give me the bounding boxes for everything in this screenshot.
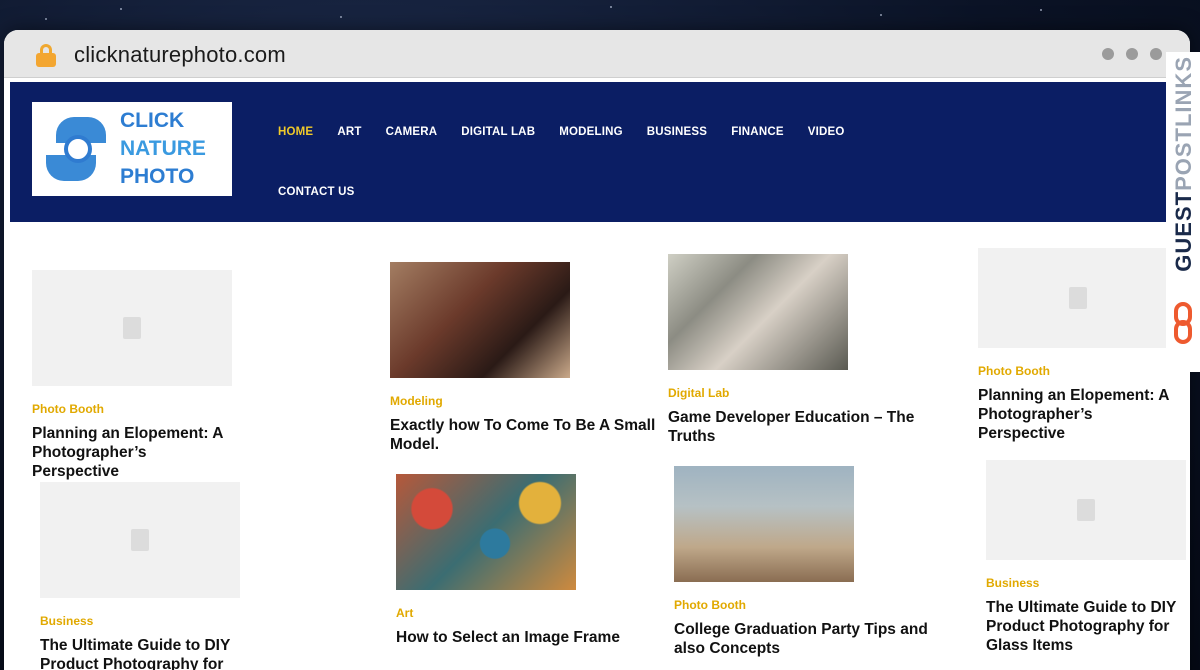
browser-toolbar: clicknaturephoto.com	[4, 30, 1190, 78]
window-controls	[1102, 48, 1162, 60]
post-thumbnail-placeholder[interactable]	[32, 270, 232, 386]
lock-icon	[36, 44, 56, 67]
post-title[interactable]: Exactly how To Come To Be A Small Model.	[390, 416, 660, 454]
main-nav: HOME ART CAMERA DIGITAL LAB MODELING BUSINESS…	[278, 122, 898, 210]
post-title[interactable]: College Graduation Party Tips and also C…	[674, 620, 944, 658]
post-card[interactable]: Photo Booth Planning an Elopement: A Pho…	[32, 270, 232, 481]
post-thumbnail[interactable]	[396, 474, 576, 590]
logo-text: CLICK NATURE PHOTO	[120, 107, 206, 191]
post-category[interactable]: Modeling	[390, 394, 660, 408]
post-card[interactable]: Digital Lab Game Developer Education – T…	[668, 254, 928, 446]
post-category[interactable]: Digital Lab	[668, 386, 928, 400]
post-title[interactable]: The Ultimate Guide to DIY Product Photog…	[40, 636, 240, 670]
nav-home[interactable]: HOME	[278, 126, 313, 150]
browser-window: clicknaturephoto.com CLICK NATURE PHOTO …	[4, 30, 1190, 670]
post-thumbnail-placeholder[interactable]	[40, 482, 240, 598]
badge-text: GUESTPOSTLINKS	[1171, 56, 1197, 272]
badge-text-a: GUEST	[1171, 190, 1196, 272]
nav-business[interactable]: BUSINESS	[647, 126, 707, 150]
post-category[interactable]: Photo Booth	[674, 598, 944, 612]
post-card[interactable]: Business The Ultimate Guide to DIY Produ…	[40, 482, 240, 670]
logo-line: CLICK	[120, 109, 185, 132]
address-bar[interactable]: clicknaturephoto.com	[74, 42, 286, 68]
post-category[interactable]: Photo Booth	[32, 402, 232, 416]
nav-modeling[interactable]: MODELING	[559, 126, 623, 150]
guestpostlinks-badge: GUESTPOSTLINKS	[1166, 52, 1200, 372]
post-card[interactable]: Photo Booth Planning an Elopement: A Pho…	[978, 248, 1178, 443]
nav-video[interactable]: VIDEO	[808, 126, 845, 150]
camera-lens-icon	[46, 113, 108, 185]
post-title[interactable]: The Ultimate Guide to DIY Product Photog…	[986, 598, 1186, 655]
logo-line: NATURE	[120, 137, 206, 160]
post-thumbnail-placeholder[interactable]	[986, 460, 1186, 560]
post-card[interactable]: Modeling Exactly how To Come To Be A Sma…	[390, 262, 660, 454]
nav-contact-us[interactable]: CONTACT US	[278, 186, 355, 210]
post-title[interactable]: Game Developer Education – The Truths	[668, 408, 928, 446]
post-thumbnail[interactable]	[668, 254, 848, 370]
window-dot-icon[interactable]	[1150, 48, 1162, 60]
post-thumbnail[interactable]	[674, 466, 854, 582]
nav-art[interactable]: ART	[337, 126, 361, 150]
post-category[interactable]: Business	[986, 576, 1186, 590]
post-thumbnail[interactable]	[390, 262, 570, 378]
post-title[interactable]: How to Select an Image Frame	[396, 628, 666, 647]
post-category[interactable]: Business	[40, 614, 240, 628]
post-card[interactable]: Business The Ultimate Guide to DIY Produ…	[986, 460, 1186, 655]
window-dot-icon[interactable]	[1126, 48, 1138, 60]
chain-link-icon	[1170, 302, 1196, 346]
badge-text-b: POSTLINKS	[1171, 56, 1196, 191]
post-title[interactable]: Planning an Elopement: A Photographer’s …	[32, 424, 232, 481]
nav-finance[interactable]: FINANCE	[731, 126, 784, 150]
post-category[interactable]: Photo Booth	[978, 364, 1178, 378]
post-card[interactable]: Photo Booth College Graduation Party Tip…	[674, 466, 944, 658]
nav-camera[interactable]: CAMERA	[386, 126, 438, 150]
post-category[interactable]: Art	[396, 606, 666, 620]
site-logo[interactable]: CLICK NATURE PHOTO	[32, 102, 232, 196]
window-dot-icon[interactable]	[1102, 48, 1114, 60]
post-card[interactable]: Art How to Select an Image Frame	[396, 474, 666, 647]
nav-digital-lab[interactable]: DIGITAL LAB	[461, 126, 535, 150]
site-header: CLICK NATURE PHOTO HOME ART CAMERA DIGITAL …	[10, 82, 1170, 237]
post-thumbnail-placeholder[interactable]	[978, 248, 1178, 348]
post-title[interactable]: Planning an Elopement: A Photographer’s …	[978, 386, 1178, 443]
logo-line: PHOTO	[120, 165, 195, 188]
search-icon[interactable]	[292, 222, 308, 238]
